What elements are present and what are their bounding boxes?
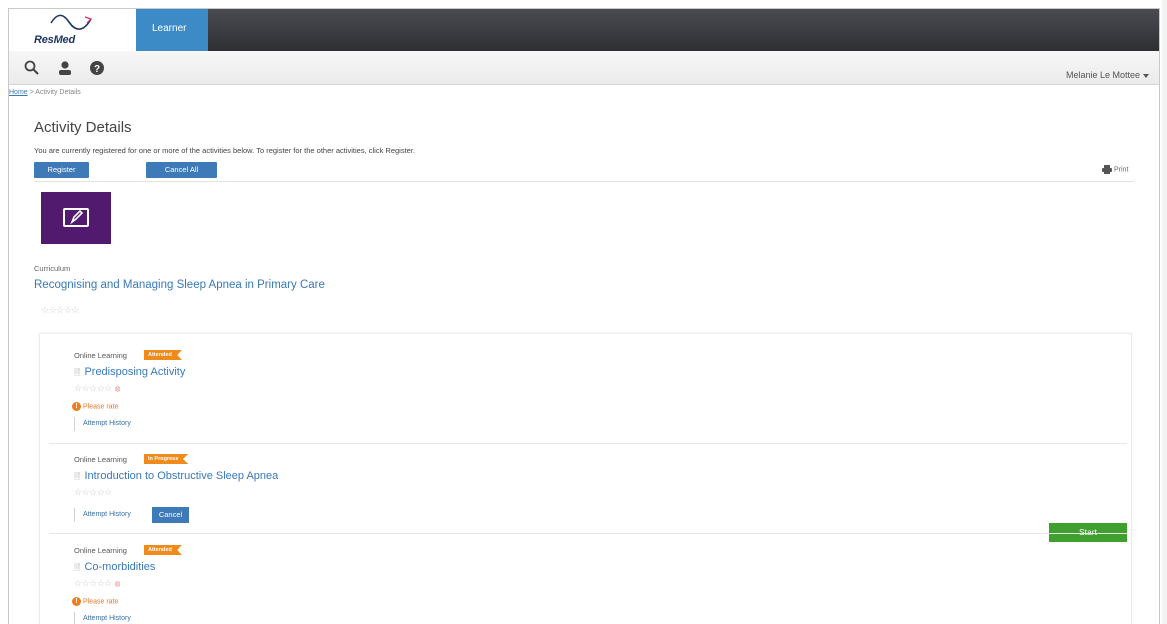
brand-name: ResMed: [34, 34, 75, 46]
status-badge: In Progress: [144, 454, 189, 464]
user-icon[interactable]: [56, 59, 74, 77]
breadcrumb: Home > Activity Details: [9, 89, 81, 96]
user-menu[interactable]: Melanie Le Mottee: [1066, 70, 1149, 80]
breadcrumb-home-link[interactable]: Home: [9, 89, 28, 96]
svg-text:?: ?: [94, 64, 100, 75]
rating-stars: ☆☆☆☆☆: [74, 487, 112, 497]
activity-divider: [49, 533, 1127, 534]
activity-type: Online Learning: [74, 546, 127, 555]
status-badge: Attended: [144, 350, 182, 360]
please-rate-notice: ! Please rate: [72, 597, 118, 606]
curriculum-type: Curriculum: [34, 264, 71, 273]
activity-title-text: Introduction to Obstructive Sleep Apnea: [84, 470, 279, 482]
search-icon[interactable]: [23, 59, 41, 77]
status-badge: Attended: [144, 545, 182, 555]
page-title: Activity Details: [34, 119, 132, 136]
activity-type: Online Learning: [74, 455, 127, 464]
please-rate-notice: ! Please rate: [72, 402, 118, 411]
utility-bar: ? Melanie Le Mottee: [9, 51, 1159, 85]
clear-rating-icon[interactable]: ⦻: [115, 579, 120, 588]
activity-title-text: Predisposing Activity: [84, 366, 186, 378]
pencil-icon: [70, 209, 83, 225]
activity-rating[interactable]: ☆☆☆☆☆: [74, 487, 112, 498]
document-icon: 🗎: [74, 563, 81, 572]
printer-icon: [1102, 165, 1112, 174]
activity-title[interactable]: 🗎 Predisposing Activity: [74, 366, 185, 381]
register-button[interactable]: Register: [34, 162, 89, 178]
tab-learner[interactable]: Learner: [136, 9, 208, 51]
attempt-history-link[interactable]: Attempt History: [74, 612, 131, 624]
activity-type: Online Learning: [74, 351, 127, 360]
activity-title-text: Co-morbidities: [84, 561, 156, 573]
alert-icon: !: [72, 597, 81, 606]
cancel-all-button[interactable]: Cancel All: [146, 162, 217, 178]
breadcrumb-current: Activity Details: [35, 89, 81, 96]
rating-stars: ☆☆☆☆☆: [74, 383, 112, 393]
clear-rating-icon[interactable]: ⦻: [115, 384, 120, 393]
print-label: Print: [1114, 166, 1129, 174]
document-icon: 🗎: [74, 368, 81, 377]
help-icon[interactable]: ?: [88, 59, 106, 77]
caret-down-icon: [1143, 73, 1149, 78]
print-link[interactable]: Print: [1102, 165, 1128, 174]
page-scrollbar[interactable]: [1162, 0, 1167, 624]
activity-rating[interactable]: ☆☆☆☆☆ ⦻: [74, 578, 120, 589]
top-nav-bar: ResMed Learner: [9, 9, 1159, 51]
document-icon: 🗎: [74, 472, 81, 481]
attempt-history-link[interactable]: Attempt History: [74, 417, 131, 431]
alert-icon: !: [72, 402, 81, 411]
curriculum-thumbnail: [41, 192, 111, 244]
curriculum-title[interactable]: Recognising and Managing Sleep Apnea in …: [34, 279, 325, 291]
activity-divider: [49, 443, 1127, 444]
header-divider: [34, 181, 1134, 182]
cancel-button[interactable]: Cancel: [152, 507, 189, 523]
resmed-wave-icon: [50, 14, 93, 30]
user-name: Melanie Le Mottee: [1065, 70, 1140, 80]
curriculum-rating-stars[interactable]: ☆☆☆☆☆: [41, 305, 79, 316]
activity-title[interactable]: 🗎 Co-morbidities: [74, 561, 155, 576]
resmed-logo[interactable]: ResMed: [9, 9, 136, 51]
attempt-history-link[interactable]: Attempt History: [74, 508, 131, 522]
please-rate-text: Please rate: [83, 598, 119, 606]
intro-text: You are currently registered for one or …: [34, 146, 416, 155]
app-frame: ResMed Learner ? Melanie Le Mottee Home …: [8, 8, 1160, 624]
activity-rating[interactable]: ☆☆☆☆☆ ⦻: [74, 383, 120, 394]
activity-title[interactable]: 🗎 Introduction to Obstructive Sleep Apnea: [74, 470, 278, 485]
please-rate-text: Please rate: [83, 403, 119, 411]
rating-stars: ☆☆☆☆☆: [74, 578, 112, 588]
